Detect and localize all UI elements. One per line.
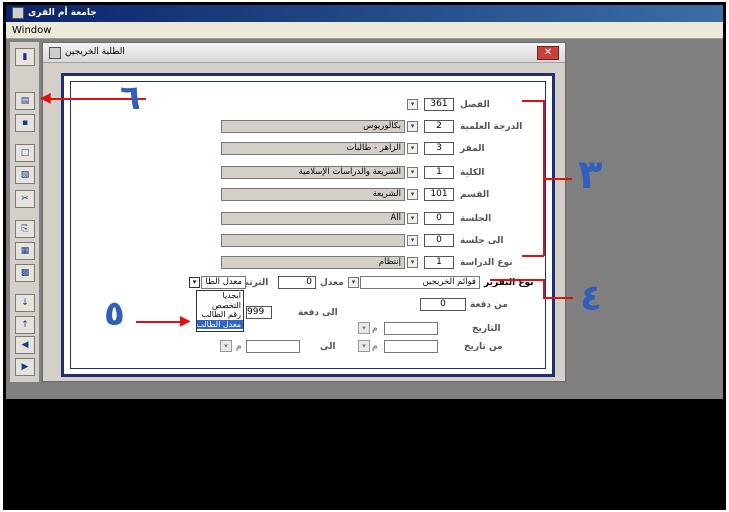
degree-label: الدرجة العلمية — [460, 122, 523, 132]
from-date-label: من تاريخ — [464, 342, 503, 352]
to-session-dropdown-icon[interactable]: ▾ — [407, 235, 418, 246]
order-dropdown-list: ابجديا التخصص رقم الطالب معدل الطالب — [196, 290, 244, 332]
campus-input[interactable]: 3 — [424, 142, 454, 155]
order-select[interactable]: معدل الطا — [201, 276, 246, 289]
child-window-icon — [49, 47, 61, 59]
department-input[interactable]: 101 — [424, 188, 454, 201]
previous-record-icon[interactable]: ◀ — [15, 336, 35, 354]
app-icon — [12, 7, 24, 19]
term-input[interactable]: 361 — [424, 98, 454, 111]
bottom-area — [6, 399, 723, 510]
order-option[interactable]: رقم الطالب — [197, 310, 243, 320]
gpa-label: معدل — [320, 278, 344, 288]
annotation-line-3 — [544, 178, 572, 180]
cut-icon[interactable]: ✂ — [15, 190, 35, 208]
menu-bar: Window — [6, 22, 723, 39]
to-date-m-label: م — [236, 342, 242, 352]
annotation-bracket-bottom — [522, 255, 544, 257]
term-label: الفصل — [460, 100, 490, 110]
to-date-dropdown-icon[interactable]: ▾ — [220, 340, 232, 352]
gpa-input[interactable]: 0 — [278, 276, 316, 289]
campus-dropdown-icon[interactable]: ▾ — [407, 143, 418, 154]
term-dropdown-icon[interactable]: ▾ — [407, 99, 418, 110]
app-titlebar: جامعة أم القرى — [6, 5, 723, 22]
order-dropdown-icon[interactable]: ▾ — [189, 277, 200, 288]
from-date-input[interactable] — [384, 340, 438, 353]
query-icon[interactable]: ▧ — [15, 166, 35, 184]
child-titlebar: الطلبة الخريجين ✕ — [43, 43, 565, 63]
to-session-label: الى جلسة — [460, 236, 504, 246]
sort-ascending-icon[interactable]: ↓ — [15, 294, 35, 312]
session-name: All — [221, 212, 405, 225]
degree-dropdown-icon[interactable]: ▾ — [407, 121, 418, 132]
degree-input[interactable]: 2 — [424, 120, 454, 133]
study-type-dropdown-icon[interactable]: ▾ — [407, 257, 418, 268]
new-record-icon[interactable]: □ — [15, 144, 35, 162]
from-batch-label: من دفعة — [470, 300, 508, 310]
date-dropdown-icon[interactable]: ▾ — [358, 322, 370, 334]
exit-icon[interactable]: ▮ — [15, 48, 35, 66]
date-input[interactable] — [384, 322, 438, 335]
to-batch-input[interactable]: 999 — [246, 306, 272, 319]
to-session-input[interactable]: 0 — [424, 234, 454, 247]
college-input[interactable]: 1 — [424, 166, 454, 179]
annotation-number-3: ٣ — [578, 152, 603, 198]
annotation-line-4c — [543, 297, 573, 299]
session-label: الجلسة — [460, 214, 492, 224]
campus-label: المقر — [460, 144, 485, 154]
annotation-number-6: ٦ — [120, 78, 141, 118]
campus-name: الزاهر - طالبات — [221, 142, 405, 155]
study-type-input[interactable]: 1 — [424, 256, 454, 269]
print-preview-icon[interactable]: ▤ — [15, 92, 35, 110]
close-button[interactable]: ✕ — [537, 46, 559, 60]
form-panel: الفصل 361 ▾ الدرجة العلمية 2 ▾ بكالوريوس… — [61, 73, 555, 377]
date-m-label: م — [372, 324, 378, 334]
to-batch-label: الى دفعة — [298, 308, 338, 318]
department-label: القسم — [460, 190, 490, 200]
from-batch-input[interactable]: 0 — [420, 298, 466, 311]
to-date-input[interactable] — [246, 340, 300, 353]
college-dropdown-icon[interactable]: ▾ — [407, 167, 418, 178]
annotation-arrow-5-head: ▶ — [180, 313, 191, 329]
copy-icon[interactable]: ⎘ — [15, 220, 35, 238]
annotation-bracket-top — [522, 100, 544, 102]
annotation-number-4: ٤ — [580, 278, 602, 319]
paste-icon[interactable]: ▦ — [15, 242, 35, 260]
degree-name: بكالوريوس — [221, 120, 405, 133]
save-icon[interactable]: ▪ — [15, 114, 35, 132]
study-type-label: نوع الدراسة — [460, 258, 513, 268]
menu-window[interactable]: Window — [12, 25, 51, 36]
filter-icon[interactable]: ▩ — [15, 264, 35, 282]
from-date-dropdown-icon[interactable]: ▾ — [358, 340, 370, 352]
next-record-icon[interactable]: ▶ — [15, 358, 35, 376]
department-name: الشريعة — [221, 188, 405, 201]
report-type-dropdown-icon[interactable]: ▾ — [348, 277, 359, 288]
college-name: الشريعة والدراسات الإسلامية — [221, 166, 405, 179]
college-label: الكلية — [460, 168, 485, 178]
order-option-selected[interactable]: معدل الطالب — [196, 319, 243, 329]
annotation-arrow-5-line — [136, 321, 186, 323]
to-date-label: الى — [320, 342, 336, 352]
annotation-arrow-6-head: ◀ — [40, 90, 51, 106]
order-option[interactable]: ابجديا — [197, 291, 243, 301]
department-dropdown-icon[interactable]: ▾ — [407, 189, 418, 200]
date-label: التاريخ — [472, 324, 501, 334]
session-input[interactable]: 0 — [424, 212, 454, 225]
session-dropdown-icon[interactable]: ▾ — [407, 213, 418, 224]
report-type-select[interactable]: قوائم الخريجين — [360, 276, 480, 289]
from-date-m-label: م — [372, 342, 378, 352]
study-type-name: إنتظام — [221, 256, 405, 269]
annotation-line-4a — [490, 279, 544, 281]
annotation-line-4b — [543, 279, 545, 299]
child-title: الطلبة الخريجين — [65, 47, 125, 57]
order-option[interactable]: التخصص — [197, 301, 243, 311]
to-session-name — [221, 234, 405, 247]
side-toolbar: ▮ ▤ ▪ □ ▧ ✂ ⎘ ▦ ▩ ↓ ↑ ◀ ▶ — [10, 42, 40, 382]
sort-descending-icon[interactable]: ↑ — [15, 316, 35, 334]
annotation-number-5: ٥ — [104, 294, 125, 334]
app-title: جامعة أم القرى — [28, 8, 97, 18]
